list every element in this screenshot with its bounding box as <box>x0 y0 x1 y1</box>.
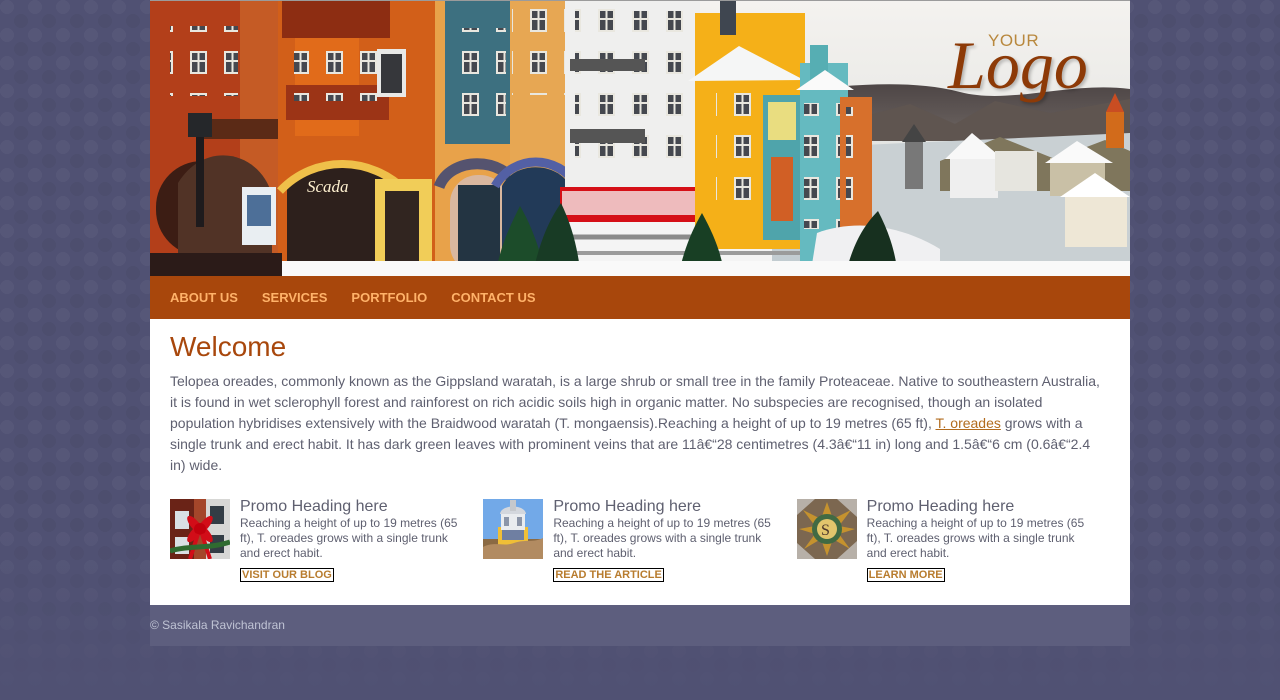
promo-row: Promo Heading here Reaching a height of … <box>170 499 1110 585</box>
promo-heading: Promo Heading here <box>866 498 1015 515</box>
svg-text:S: S <box>821 522 830 539</box>
promo-description: Reaching a height of up to 19 metres (65… <box>553 516 771 560</box>
copyright-text: © Sasikala Ravichandran <box>150 618 285 632</box>
tower-thumbnail <box>483 499 544 559</box>
promo-card-article: Promo Heading here Reaching a height of … <box>483 499 796 585</box>
nav-services[interactable]: SERVICES <box>262 276 328 319</box>
promo-card-learn-more: S Promo Heading here Reaching a height o… <box>796 498 1110 585</box>
website-page: Scada YOUR Logo ABOUT US SERVICES PORTFO… <box>150 0 1130 646</box>
svg-text:Scada: Scada <box>307 177 349 196</box>
t-oreades-link[interactable]: T. oreades <box>936 415 1001 431</box>
nav-about-us[interactable]: ABOUT US <box>170 276 238 319</box>
promo-description: Reaching a height of up to 19 metres (65… <box>866 516 1085 560</box>
welcome-title: Welcome <box>170 331 287 362</box>
christmas-bow-icon <box>170 499 230 559</box>
promo-heading: Promo Heading here <box>240 498 388 515</box>
visit-our-blog-button[interactable]: VISIT OUR BLOG <box>240 568 334 582</box>
hero-banner: Scada YOUR Logo <box>150 0 1130 276</box>
read-the-article-button[interactable]: READ THE ARTICLE <box>553 568 664 582</box>
learn-more-button[interactable]: LEARN MORE <box>866 568 945 582</box>
promo-card-blog: Promo Heading here Reaching a height of … <box>170 499 483 585</box>
nav-contact-us[interactable]: CONTACT US <box>451 276 535 319</box>
sun-ornament-icon: S <box>796 499 857 559</box>
promo-description: Reaching a height of up to 19 metres (65… <box>240 516 458 560</box>
promo-content-learn-more: Promo Heading here Reaching a height of … <box>866 498 1092 583</box>
main-content: Welcome Telopea oreades, commonly known … <box>150 319 1130 605</box>
sun-ornament-thumbnail: S <box>796 499 857 559</box>
promo-heading: Promo Heading here <box>553 498 701 515</box>
logo-main-text: Logo <box>948 27 1088 103</box>
site-logo[interactable]: YOUR Logo <box>948 23 1098 113</box>
nav-portfolio[interactable]: PORTFOLIO <box>351 276 427 319</box>
intro-paragraph: Telopea oreades, commonly known as the G… <box>170 371 1108 476</box>
promo-content-blog: Promo Heading here Reaching a height of … <box>240 499 465 583</box>
site-footer: © Sasikala Ravichandran <box>150 605 1130 646</box>
christmas-bow-thumbnail <box>170 499 230 559</box>
promo-content-article: Promo Heading here Reaching a height of … <box>553 499 778 583</box>
main-navigation: ABOUT US SERVICES PORTFOLIO CONTACT US <box>150 276 1130 319</box>
tower-icon <box>483 499 544 559</box>
